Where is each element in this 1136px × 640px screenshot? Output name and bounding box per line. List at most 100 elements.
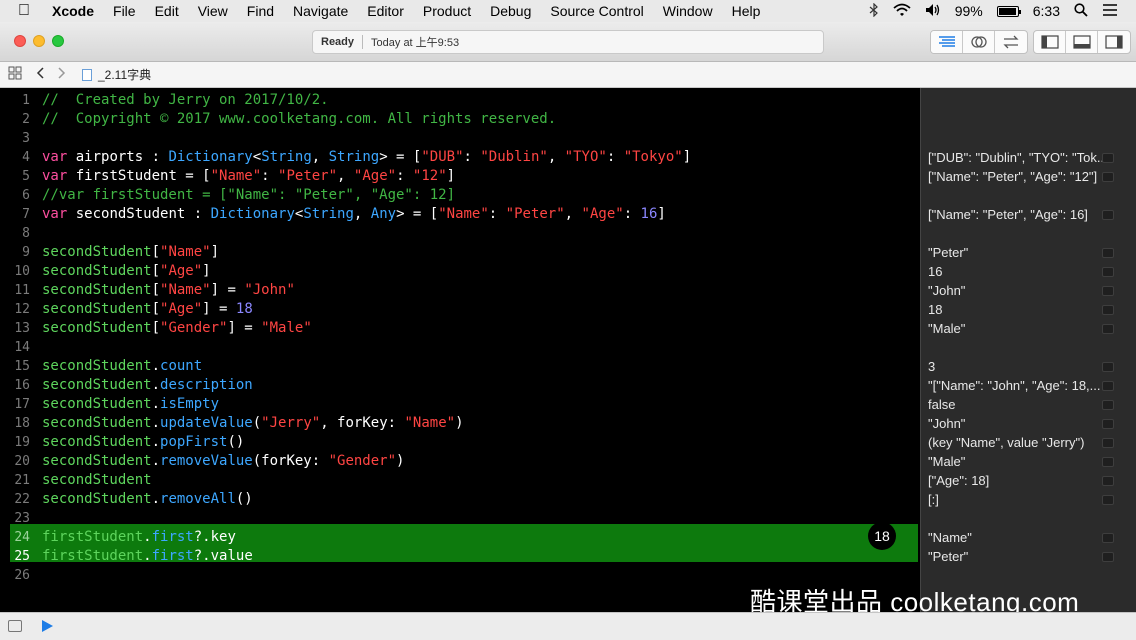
line-number: 7 (22, 207, 30, 222)
quick-look-icon[interactable] (1102, 495, 1114, 505)
debug-area-toggle-icon[interactable] (8, 620, 22, 632)
quick-look-icon[interactable] (1102, 210, 1114, 220)
code-line[interactable]: 20 secondStudent.removeValue(forKey: "Gen… (0, 452, 920, 471)
quick-look-icon[interactable] (1102, 476, 1114, 486)
code-token: String (261, 149, 312, 165)
code-line[interactable]: 23 (0, 509, 920, 528)
code-text: secondStudent.count (42, 357, 202, 376)
menu-debug[interactable]: Debug (490, 0, 531, 22)
code-token: ] = (210, 282, 245, 298)
menu-navigate[interactable]: Navigate (293, 0, 348, 22)
menu-list-icon[interactable] (1102, 3, 1118, 19)
quick-look-icon[interactable] (1102, 172, 1114, 182)
jump-bar-filename[interactable]: _2.11字典 (98, 66, 151, 83)
code-line[interactable]: 22 secondStudent.removeAll() (0, 490, 920, 509)
forward-chevron-icon[interactable] (58, 67, 66, 82)
apple-icon[interactable]:  (18, 0, 38, 22)
code-line[interactable]: 6 //var firstStudent = ["Name": "Peter", … (0, 186, 920, 205)
quick-look-icon[interactable] (1102, 248, 1114, 258)
quick-look-icon[interactable] (1102, 533, 1114, 543)
code-line[interactable]: 9 secondStudent["Name"] (0, 243, 920, 262)
code-line[interactable]: 18 secondStudent.updateValue("Jerry", for… (0, 414, 920, 433)
source-editor[interactable]: 1 // Created by Jerry on 2017/10/2. 2 // Co… (0, 88, 920, 612)
result-badge[interactable]: 18 (868, 522, 896, 550)
quick-look-icon[interactable] (1102, 400, 1114, 410)
code-line[interactable]: 16 secondStudent.description (0, 376, 920, 395)
clock[interactable]: 6:33 (1033, 3, 1060, 19)
menu-view[interactable]: View (198, 0, 228, 22)
code-token: > = [ (379, 149, 422, 165)
editor-mode-group (930, 30, 1028, 54)
menu-help[interactable]: Help (732, 0, 761, 22)
menu-source-control[interactable]: Source Control (550, 0, 643, 22)
code-token: "Tokyo" (623, 149, 683, 165)
code-line[interactable]: 24 firstStudent.first?.key (0, 528, 920, 547)
menu-editor[interactable]: Editor (367, 0, 404, 22)
quick-look-icon[interactable] (1102, 381, 1114, 391)
quick-look-icon[interactable] (1102, 457, 1114, 467)
battery-icon[interactable] (996, 5, 1021, 17)
menu-window[interactable]: Window (663, 0, 713, 22)
result-value: [:] (928, 492, 939, 507)
code-text: secondStudent (42, 471, 152, 490)
menu-edit[interactable]: Edit (155, 0, 179, 22)
back-chevron-icon[interactable] (36, 67, 44, 82)
debug-area-toggle-button[interactable] (1066, 31, 1098, 53)
menu-file[interactable]: File (113, 0, 136, 22)
line-number: 13 (14, 321, 30, 336)
code-token: firstStudent = [ (67, 168, 211, 184)
navigator-toggle-button[interactable] (1034, 31, 1066, 53)
version-editor-button[interactable] (995, 31, 1027, 53)
code-line[interactable]: 10 secondStudent["Age"] (0, 262, 920, 281)
quick-look-icon[interactable] (1102, 552, 1114, 562)
code-line[interactable]: 2 // Copyright © 2017 www.coolketang.com.… (0, 110, 920, 129)
code-token: ] (446, 168, 456, 184)
code-line[interactable]: 12 secondStudent["Age"] = 18 (0, 300, 920, 319)
code-token: : (463, 149, 481, 165)
quick-look-icon[interactable] (1102, 362, 1114, 372)
code-line[interactable]: 17 secondStudent.isEmpty (0, 395, 920, 414)
wifi-icon[interactable] (893, 3, 911, 20)
code-line[interactable]: 14 (0, 338, 920, 357)
sound-icon[interactable] (925, 3, 941, 20)
quick-look-icon[interactable] (1102, 438, 1114, 448)
code-line[interactable]: 13 secondStudent["Gender"] = "Male" (0, 319, 920, 338)
quick-look-icon[interactable] (1102, 153, 1114, 163)
code-text: secondStudent.removeValue(forKey: "Gende… (42, 452, 404, 471)
related-items-grid-icon[interactable] (8, 66, 22, 83)
run-playground-icon[interactable] (42, 620, 53, 632)
code-line[interactable]: 21 secondStudent (0, 471, 920, 490)
close-window-button[interactable] (14, 35, 26, 47)
quick-look-icon[interactable] (1102, 419, 1114, 429)
code-line[interactable]: 7 var secondStudent : Dictionary<String, … (0, 205, 920, 224)
code-text: secondStudent.removeAll() (42, 490, 253, 509)
zoom-window-button[interactable] (52, 35, 64, 47)
code-line[interactable]: 4 var airports : Dictionary<String, Strin… (0, 148, 920, 167)
code-line[interactable]: 11 secondStudent["Name"] = "John" (0, 281, 920, 300)
code-line[interactable]: 3 (0, 129, 920, 148)
standard-editor-button[interactable] (931, 31, 963, 53)
line-number: 26 (14, 568, 30, 583)
bluetooth-icon[interactable] (869, 2, 879, 20)
code-token: () (235, 491, 253, 507)
code-line[interactable]: 15 secondStudent.count (0, 357, 920, 376)
build-status: Ready (321, 36, 355, 48)
minimize-window-button[interactable] (33, 35, 45, 47)
menu-xcode[interactable]: Xcode (52, 0, 94, 22)
code-token: firstStudent (42, 529, 144, 545)
quick-look-icon[interactable] (1102, 305, 1114, 315)
code-line[interactable]: 1 // Created by Jerry on 2017/10/2. (0, 91, 920, 110)
quick-look-icon[interactable] (1102, 267, 1114, 277)
utilities-toggle-button[interactable] (1098, 31, 1130, 53)
code-line[interactable]: 8 (0, 224, 920, 243)
quick-look-icon[interactable] (1102, 324, 1114, 334)
quick-look-icon[interactable] (1102, 286, 1114, 296)
menu-product[interactable]: Product (423, 0, 471, 22)
code-line[interactable]: 25 firstStudent.first?.value (0, 547, 920, 566)
assistant-editor-button[interactable] (963, 31, 995, 53)
code-line[interactable]: 19 secondStudent.popFirst() (0, 433, 920, 452)
code-token: String (328, 149, 380, 165)
code-line[interactable]: 5 var firstStudent = ["Name": "Peter", "A… (0, 167, 920, 186)
spotlight-search-icon[interactable] (1074, 2, 1088, 20)
menu-find[interactable]: Find (247, 0, 274, 22)
